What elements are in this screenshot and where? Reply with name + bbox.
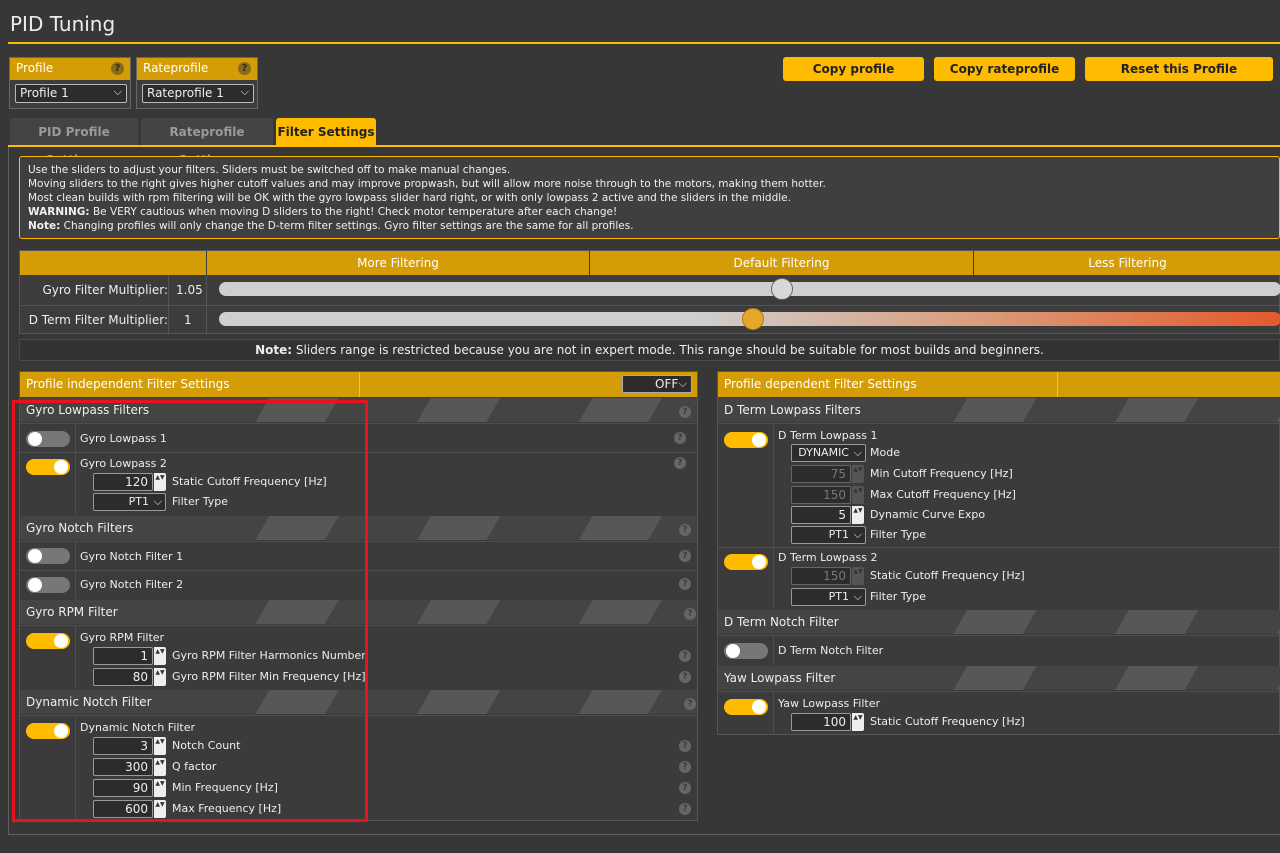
gyro-multiplier-label: Gyro Filter Multiplier: (42, 283, 168, 297)
slider-mode-select[interactable]: OFF ⌵ (622, 375, 692, 393)
spinner-icon[interactable]: ▲▼ (852, 486, 864, 504)
dterm-min-cutoff-input[interactable]: 75 (791, 465, 851, 483)
help-icon[interactable]: ? (238, 62, 251, 75)
help-icon[interactable]: ? (674, 432, 686, 444)
spinner-icon[interactable]: ▲▼ (852, 465, 864, 483)
copy-profile-button[interactable]: Copy profile (783, 57, 924, 81)
chevron-down-icon: ⌵ (853, 590, 862, 603)
help-icon[interactable]: ? (679, 406, 691, 418)
help-icon[interactable]: ? (111, 62, 124, 75)
help-icon[interactable]: ? (679, 650, 691, 662)
tab-filter-settings[interactable]: Filter Settings (276, 118, 376, 146)
dterm-lowpass-1-row: D Term Lowpass 1 DYNAMIC ⌵ Mode 75 ▲▼ Min… (718, 423, 1280, 547)
gyro-multiplier-thumb[interactable] (771, 278, 793, 300)
dterm-lowpass-section-header: D Term Lowpass Filters (718, 398, 1280, 422)
dterm-notch-row: D Term Notch Filter (718, 635, 1280, 665)
gyro-multiplier-value: 1.05 (176, 283, 203, 297)
chevron-down-icon: ⌵ (678, 377, 687, 390)
rateprofile-select[interactable]: Rateprofile 1 ⌵ (142, 84, 254, 103)
tab-rateprofile-settings[interactable]: Rateprofile Settings (141, 118, 273, 167)
help-icon[interactable]: ? (684, 608, 696, 620)
title-divider (8, 42, 1280, 44)
dterm-expo-input[interactable]: 5 (791, 506, 851, 524)
dterm-lp1-type-select[interactable]: PT1 ⌵ (791, 526, 866, 544)
dterm-notch-toggle[interactable] (724, 643, 768, 659)
help-icon[interactable]: ? (679, 524, 691, 536)
help-icon[interactable]: ? (679, 550, 691, 562)
help-icon[interactable]: ? (679, 782, 691, 794)
filter-slider-table: More Filtering Default Filtering Less Fi… (19, 250, 1280, 335)
dterm-multiplier-thumb[interactable] (742, 308, 764, 330)
dterm-multiplier-value: 1 (184, 313, 192, 327)
help-icon[interactable]: ? (679, 578, 691, 590)
dterm-mode-select[interactable]: DYNAMIC ⌵ (791, 444, 866, 462)
help-icon[interactable]: ? (674, 457, 686, 469)
profile-selector-box: Profile ? Profile 1 ⌵ (9, 57, 131, 109)
spinner-icon[interactable]: ▲▼ (852, 506, 864, 524)
spinner-icon[interactable]: ▲▼ (852, 567, 864, 585)
slider-header-more: More Filtering (207, 251, 589, 275)
dterm-multiplier-label: D Term Filter Multiplier: (28, 313, 168, 327)
highlight-box (12, 400, 368, 822)
copy-rateprofile-button[interactable]: Copy rateprofile (934, 57, 1075, 81)
chevron-down-icon: ⌵ (853, 528, 862, 541)
dterm-notch-section-header: D Term Notch Filter (718, 610, 1280, 634)
rateprofile-selector-box: Rateprofile ? Rateprofile 1 ⌵ (136, 57, 258, 109)
dterm-lowpass-2-row: D Term Lowpass 2 150 ▲▼ Static Cutoff Fr… (718, 547, 1280, 608)
rateprofile-label: Rateprofile (143, 61, 209, 75)
dterm-lp2-cutoff-input[interactable]: 150 (791, 567, 851, 585)
help-icon[interactable]: ? (679, 740, 691, 752)
page-title: PID Tuning (10, 12, 116, 36)
yaw-lowpass-row: Yaw Lowpass Filter 100 ▲▼ Static Cutoff … (718, 691, 1280, 735)
right-panel-header: Profile dependent Filter Settings (718, 372, 1280, 397)
tab-pid-profile-settings[interactable]: PID Profile Settings (10, 118, 138, 167)
yaw-lowpass-cutoff-input[interactable]: 100 (791, 713, 851, 731)
help-icon[interactable]: ? (679, 671, 691, 683)
profile-select[interactable]: Profile 1 ⌵ (15, 84, 127, 103)
dterm-lowpass-2-toggle[interactable] (724, 554, 768, 570)
spinner-icon[interactable]: ▲▼ (852, 713, 864, 731)
help-icon[interactable]: ? (679, 803, 691, 815)
dterm-max-cutoff-input[interactable]: 150 (791, 486, 851, 504)
dterm-lowpass-1-toggle[interactable] (724, 432, 768, 448)
profile-dependent-panel: Profile dependent Filter Settings D Term… (717, 371, 1280, 735)
chevron-down-icon: ⌵ (853, 446, 862, 459)
dterm-lp2-type-select[interactable]: PT1 ⌵ (791, 588, 866, 606)
reset-profile-button[interactable]: Reset this Profile (1085, 57, 1273, 81)
yaw-lowpass-section-header: Yaw Lowpass Filter (718, 666, 1280, 690)
slider-restriction-note: Note: Sliders range is restricted becaus… (19, 339, 1280, 361)
profile-label: Profile (16, 61, 54, 75)
slider-header-less: Less Filtering (974, 251, 1280, 275)
yaw-lowpass-toggle[interactable] (724, 699, 768, 715)
filter-info-note: Use the sliders to adjust your filters. … (19, 156, 1280, 239)
chevron-down-icon: ⌵ (113, 85, 122, 98)
gyro-multiplier-slider[interactable] (219, 282, 1280, 296)
chevron-down-icon: ⌵ (240, 85, 249, 98)
help-icon[interactable]: ? (679, 761, 691, 773)
slider-header-default: Default Filtering (590, 251, 973, 275)
help-icon[interactable]: ? (684, 698, 696, 710)
